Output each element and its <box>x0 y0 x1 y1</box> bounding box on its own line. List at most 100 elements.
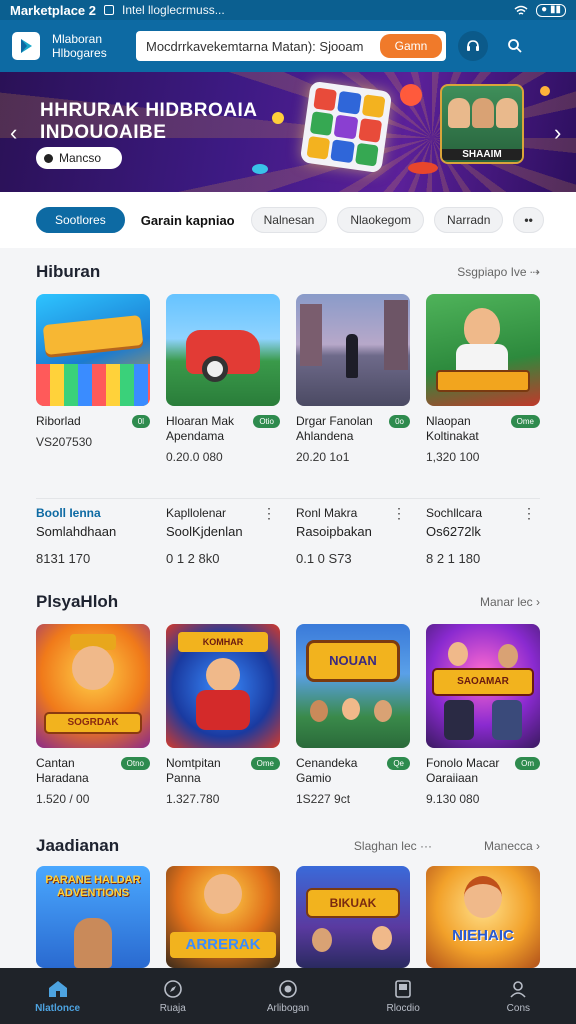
app-logo[interactable] <box>12 32 40 60</box>
game-name: Cantan Haradana <box>36 756 89 785</box>
game-art-title: NIEHAIC <box>452 927 514 944</box>
section-header: Hiburan Ssgpiapo Ive ⇢ <box>36 262 540 282</box>
library-icon <box>395 979 411 998</box>
game-art-title: SOGRDAK <box>44 712 142 734</box>
list-item[interactable]: Sochllcara Os6272lk 8 2 1 180 ⋮ <box>426 505 540 566</box>
list-item-subtitle: Somlahdhaan <box>36 524 117 539</box>
kebab-menu-icon[interactable]: ⋮ <box>392 506 406 520</box>
game-name: Hloaran Mak Apendama <box>166 414 235 443</box>
game-name: Drgar Fanolan Ahlandena <box>296 414 373 443</box>
hero-button[interactable]: Mancso <box>36 147 122 169</box>
filter-pill[interactable]: Garain kapniao <box>135 207 241 233</box>
battery-icon: ● ▮▮ <box>536 3 566 17</box>
building <box>300 304 322 366</box>
see-all-link[interactable]: Manecca › <box>484 839 540 853</box>
search-input[interactable] <box>146 38 380 54</box>
brand-line-2: Hlbogares <box>52 46 107 60</box>
game-tile[interactable]: Nlaopan Koltinakat Ome 1,320 100 <box>426 294 540 464</box>
nav-item-explore[interactable]: Ruaja <box>123 979 223 1014</box>
download-count: 1.520 / 00 <box>36 792 90 806</box>
headset-icon <box>467 40 479 51</box>
download-count: 1,320 100 <box>426 450 480 464</box>
game-tile[interactable]: Drgar Fanolan Ahlandena 0o 20.20 1o1 <box>296 294 410 464</box>
download-count: 1S227 9ct <box>296 792 351 806</box>
profile-icon <box>510 980 526 998</box>
character-face <box>464 876 502 918</box>
nav-item-library[interactable]: Rlocdio <box>353 979 453 1014</box>
section-header: Jaadianan Slaghan lec ··· Manecca › <box>36 836 540 856</box>
game-art-title: ARRERAK <box>170 932 276 958</box>
candy-row <box>36 364 150 406</box>
game-tile[interactable]: ARRERAK <box>166 866 280 968</box>
kebab-menu-icon[interactable]: ⋮ <box>262 506 276 520</box>
brand-line-1: Mlaboran <box>52 32 103 46</box>
section-title: Hiburan <box>36 262 101 281</box>
filter-pill[interactable]: Sootlores <box>36 207 125 233</box>
character-face <box>498 644 518 668</box>
game-thumbnail <box>426 294 540 406</box>
home-icon <box>48 980 67 997</box>
hero-orb <box>272 112 284 124</box>
brand-name: Mlaboran Hlbogares <box>52 32 124 60</box>
play-logo-icon <box>21 39 32 53</box>
compass-icon <box>163 979 182 998</box>
hero-prev-arrow[interactable]: ‹ <box>10 122 17 144</box>
game-tile[interactable]: Riborlad 0l VS207530 <box>36 294 150 464</box>
list-item-title[interactable]: Booll Ienna <box>36 505 150 521</box>
character-face <box>204 874 242 914</box>
see-all-link[interactable]: Manar lec › <box>480 595 540 609</box>
game-tile[interactable]: SAOAMAR Fonolo Macar Oaraiiaan Om 9.130 0… <box>426 624 540 806</box>
hero-game-cube <box>299 80 393 174</box>
character-face <box>310 700 328 722</box>
list-item[interactable]: Kapllolenar SoolKjdenlan 0 1 2 8k0 ⋮ <box>166 505 280 566</box>
game-tile[interactable]: NOUAN Cenandeka Gamio Qe 1S227 9ct <box>296 624 410 806</box>
more-filters-button[interactable]: •• <box>513 207 544 233</box>
rating-badge: Ome <box>250 757 280 770</box>
search-button[interactable]: Gamn <box>380 34 442 58</box>
nav-item-home[interactable]: Nlatlonce <box>8 979 108 1014</box>
rating-badge: Om <box>515 757 540 770</box>
nav-item-apps[interactable]: Arlibogan <box>238 979 338 1014</box>
game-tile[interactable]: PARANE HALDAR ADVENTIONS <box>36 866 150 968</box>
list-item-count: 0.1 0 S73 <box>296 551 352 566</box>
filter-pill[interactable]: Nalnesan <box>250 207 328 233</box>
game-tile[interactable]: NIEHAIC <box>426 866 540 968</box>
search-box: Gamn <box>136 31 446 61</box>
game-name: Fonolo Macar Oaraiiaan <box>426 756 500 785</box>
nav-label: Rlocdio <box>386 1002 420 1014</box>
character-body <box>492 700 522 740</box>
game-thumbnail: ARRERAK <box>166 866 280 968</box>
list-item[interactable]: Booll Ienna Somlahdhaan 8131 170 <box>36 505 150 566</box>
section-header: PlsyaHloh Manar lec › <box>36 592 540 612</box>
character-body <box>444 700 474 740</box>
character-body <box>196 690 250 730</box>
filter-pill[interactable]: Nlaokegom <box>337 207 425 233</box>
hero-headline: HHRURAK HIDBROAIA INDOUOAIBE <box>40 100 257 143</box>
globe-icon <box>279 979 297 998</box>
game-tile[interactable]: Hloaran Mak Apendama Otio 0.20.0 080 <box>166 294 280 464</box>
character-face <box>448 642 468 666</box>
game-tile[interactable]: BIKUAK <box>296 866 410 968</box>
hero-banner[interactable]: HHRURAK HIDBROAIA INDOUOAIBE Mancso SHAA… <box>0 72 576 192</box>
account-button[interactable] <box>458 31 488 61</box>
list-item-subtitle: Os6272lk <box>426 524 481 539</box>
section-link[interactable]: Slaghan lec ··· <box>354 839 432 853</box>
section-title: Jaadianan <box>36 836 120 855</box>
search-icon-button[interactable] <box>500 31 530 61</box>
game-grid: Riborlad 0l VS207530 Hloaran Mak Apendama… <box>36 294 540 464</box>
rating-badge: Ome <box>510 415 540 428</box>
compact-list: Booll Ienna Somlahdhaan 8131 170 Kapllol… <box>36 498 540 566</box>
game-tile[interactable]: KOMHAR Nomtpitan Panna Ome 1.327.780 <box>166 624 280 806</box>
see-all-link[interactable]: Ssgpiapo Ive ⇢ <box>457 265 540 279</box>
nav-item-profile[interactable]: Cons <box>468 979 568 1014</box>
filter-pill[interactable]: Narradn <box>434 207 504 233</box>
list-item[interactable]: Ronl Makra Rasoipbakan 0.1 0 S73 ⋮ <box>296 505 410 566</box>
hero-button-label: Mancso <box>59 151 102 165</box>
title-banner <box>42 314 144 356</box>
game-grid: PARANE HALDAR ADVENTIONS ARRERAK BIKUAK … <box>36 866 540 968</box>
rating-badge: Otno <box>120 757 150 770</box>
kebab-menu-icon[interactable]: ⋮ <box>522 506 536 520</box>
hero-next-arrow[interactable]: › <box>554 122 561 144</box>
download-count: 9.130 080 <box>426 792 480 806</box>
game-tile[interactable]: SOGRDAK Cantan Haradana Otno 1.520 / 00 <box>36 624 150 806</box>
